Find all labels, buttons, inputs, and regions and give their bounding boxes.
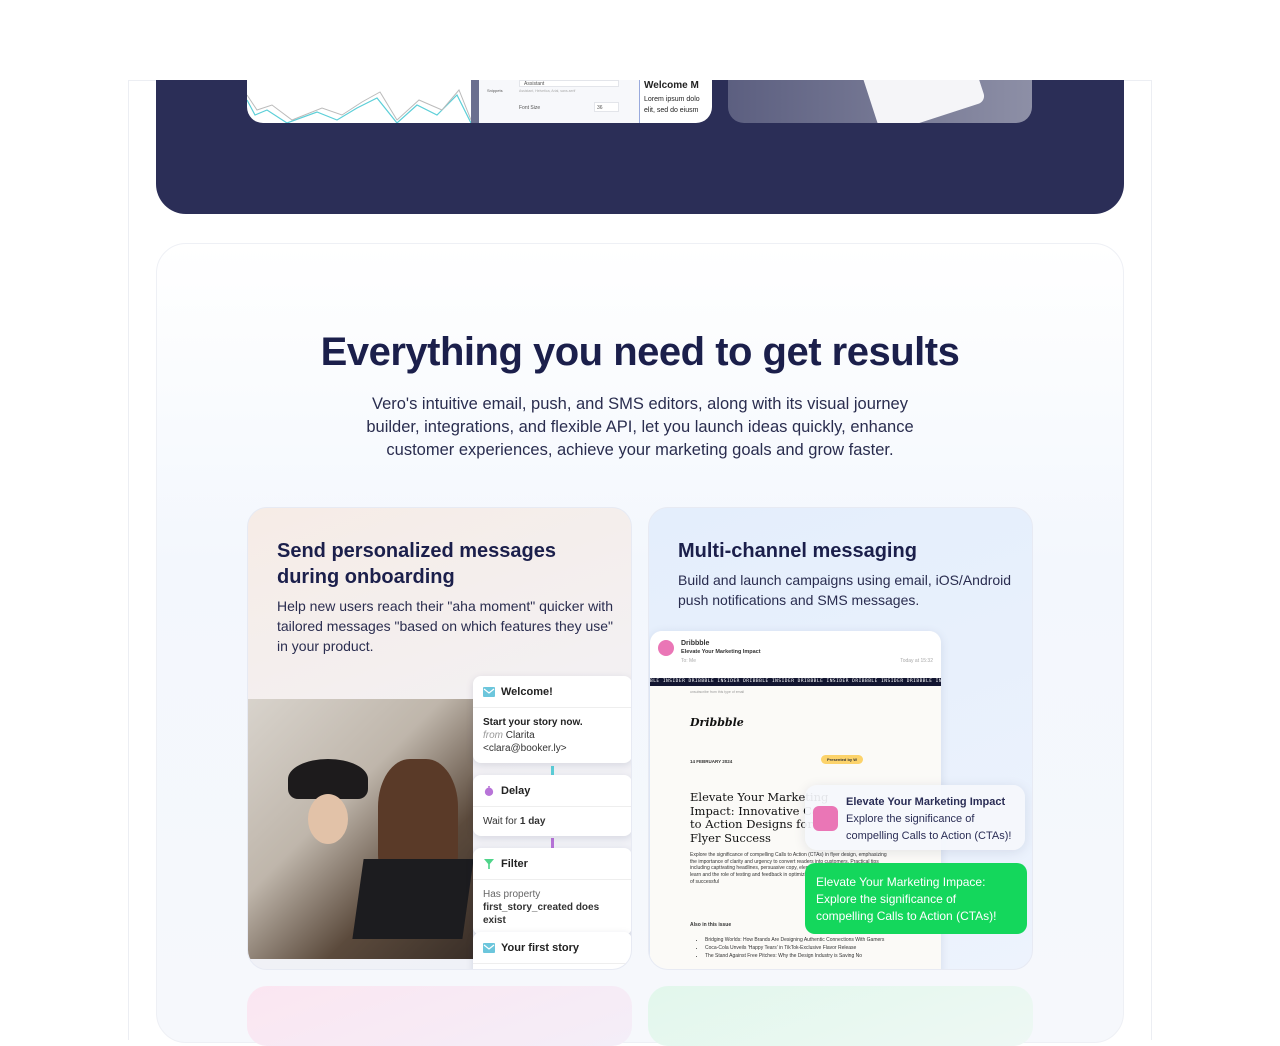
push-text: Explore the significance of compelling C… (846, 813, 1012, 842)
sms-bubble: Elevate Your Marketing Impace: Explore t… (805, 863, 1027, 934)
timer-icon (484, 785, 494, 796)
filter-icon (484, 858, 494, 869)
step-text: Start your story now. (483, 717, 583, 728)
doc-text: Lorem ipsum dolo elit, sed do eiusm (644, 96, 700, 114)
font-size-label: Font Size (519, 105, 541, 111)
hero-showcase: Snippets Assistant Assistant, Helvetica,… (156, 80, 1124, 214)
document-preview: Welcome M Lorem ipsum dolo elit, sed do … (639, 80, 712, 123)
envelope-preview (728, 80, 1032, 123)
settings-panel: Snippets Assistant Assistant, Helvetica,… (479, 80, 639, 123)
card-title: Multi-channel messaging (678, 540, 917, 562)
dribbble-logo: Dribbble (690, 716, 744, 729)
editor-preview: Snippets Assistant Assistant, Helvetica,… (247, 80, 712, 123)
card-description: Help new users reach their "aha moment" … (277, 598, 614, 654)
card-description: Build and launch campaigns using email, … (678, 572, 1012, 608)
from-email: <clara@booker.ly> (483, 743, 567, 754)
issue-item[interactable]: Bridging Worlds: How Brands Are Designin… (705, 936, 905, 944)
snippets-label: Snippets (487, 88, 503, 93)
flow-step-first-story[interactable]: Your first story (473, 932, 631, 969)
push-notification[interactable]: Elevate Your Marketing Impact Explore th… (805, 785, 1025, 850)
section-title: Everything you need to get results (320, 330, 960, 374)
issue-item[interactable]: Coca-Cola Unveils 'Happy Tears' in TikTo… (705, 944, 905, 952)
step-title: Filter (501, 857, 528, 870)
email-to: To: Me (681, 658, 697, 664)
feature-card-next-left (247, 986, 632, 1046)
sender-avatar (658, 640, 674, 656)
email-sender: Dribbble (681, 640, 710, 647)
push-title: Elevate Your Marketing Impact (846, 796, 1006, 808)
flow-step-filter[interactable]: Filter Has property first_story_created d… (473, 848, 631, 935)
font-size-input[interactable]: 36 (594, 102, 619, 112)
app-icon (813, 806, 838, 831)
mail-icon (483, 942, 495, 953)
feature-card-onboarding: Send personalized messages during onboar… (247, 507, 632, 970)
flow-step-delay[interactable]: Delay Wait for 1 day (473, 775, 631, 836)
section-description: Vero's intuitive email, push, and SMS ed… (366, 395, 914, 459)
mail-icon (483, 686, 495, 697)
flow-step-welcome[interactable]: Welcome! Start your story now. from Clar… (473, 676, 631, 763)
also-heading: Also in this issue (690, 922, 732, 928)
step-title: Welcome! (501, 685, 553, 698)
from-label: from (483, 730, 503, 741)
font-select[interactable]: Assistant (519, 80, 619, 87)
feature-card-multichannel: Multi-channel messaging Build and launch… (648, 507, 1033, 970)
doc-title: Welcome M (644, 80, 699, 91)
envelope-icon (859, 80, 987, 123)
connector (551, 838, 554, 848)
laptop (352, 859, 474, 939)
delay-value: 1 day (519, 816, 546, 827)
step-title: Your first story (501, 941, 580, 954)
feature-card-next-right (648, 986, 1033, 1046)
unsubscribe-link[interactable]: unsubscribe from this type of email (650, 686, 941, 694)
chart-preview (247, 89, 472, 123)
sponsor-badge: Presented by W (821, 755, 864, 764)
from-name: Clarita (505, 730, 535, 741)
step-title: Delay (501, 784, 531, 797)
onboarding-photo (248, 699, 474, 959)
email-time: Today at 15:32 (900, 658, 933, 664)
email-date: 14 FEBRUARY 2024 (690, 759, 733, 764)
card-title: Send personalized messages during onboar… (277, 540, 557, 588)
toolbar-strip (471, 80, 479, 123)
filter-condition: first_story_created does exist (483, 902, 600, 926)
font-hint: Assistant, Helvetica, Arial, sans-serif (519, 89, 576, 93)
email-subject: Elevate Your Marketing Impact (681, 649, 761, 655)
step-text: Wait for (483, 816, 518, 827)
newsletter-band: BLE INSIDER DRIBBBLE INSIDER DRIBBBLE IN… (650, 678, 941, 686)
step-text: Has property (483, 889, 541, 900)
issue-item[interactable]: The Stand Against Free Pitches: Why the … (705, 952, 905, 960)
